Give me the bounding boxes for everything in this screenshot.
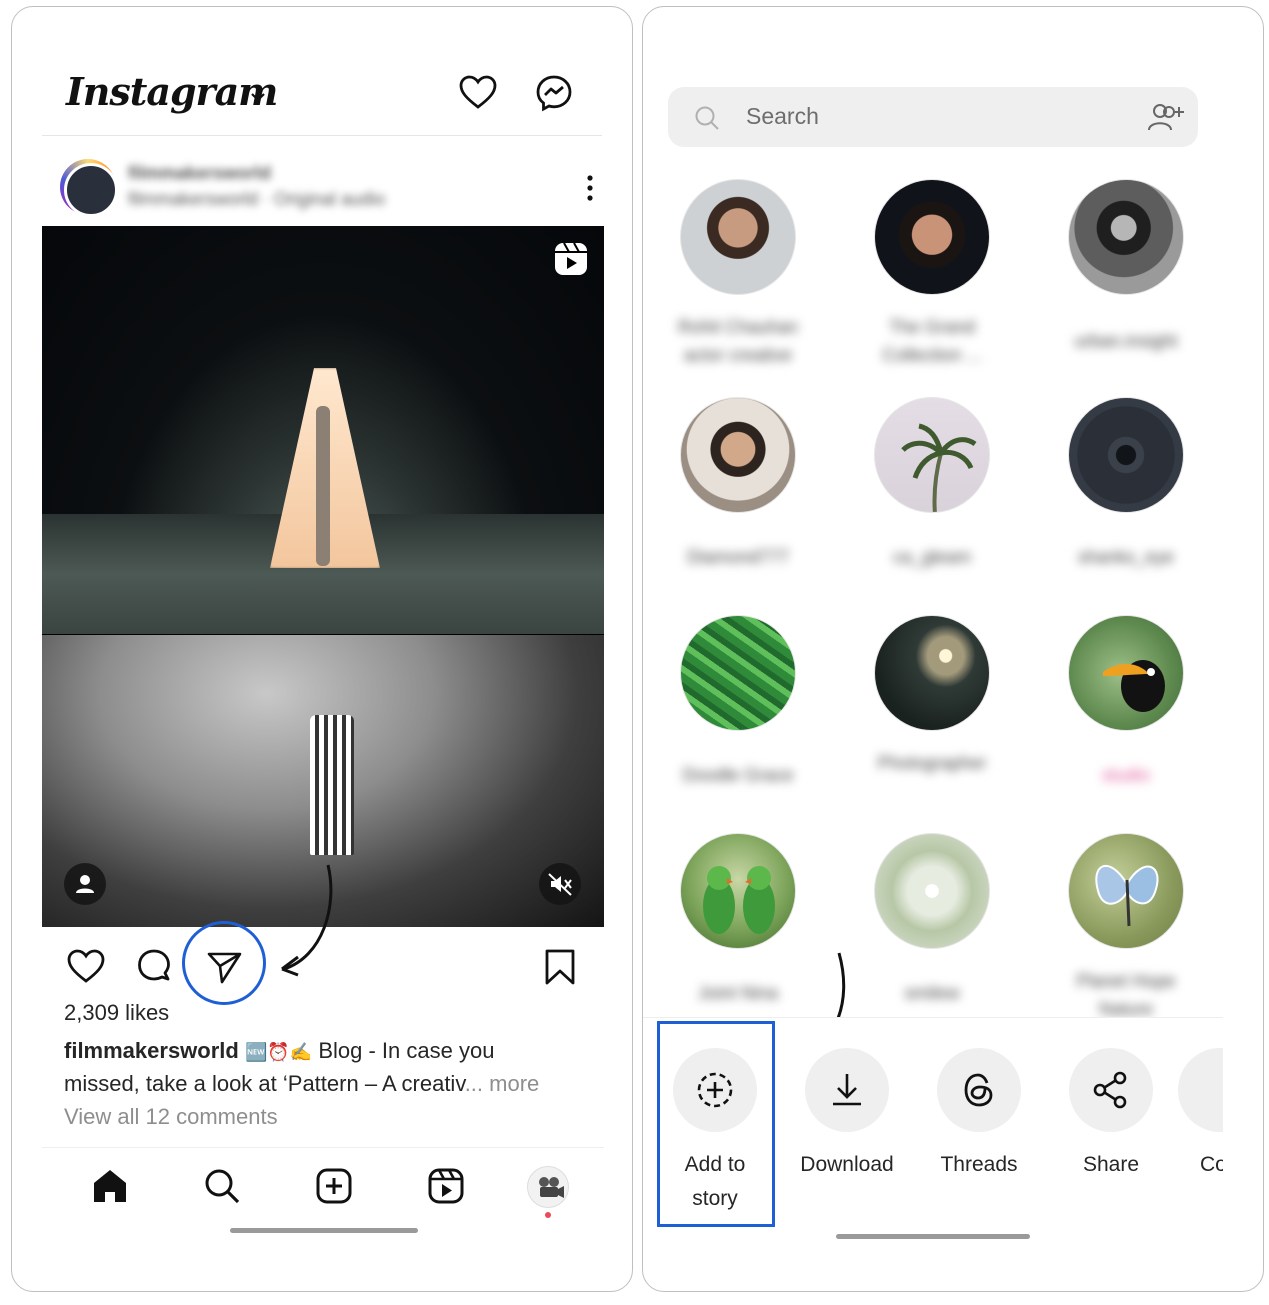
send-highlight-circle	[182, 921, 266, 1005]
search-bar[interactable]: Search	[668, 87, 1198, 147]
caption-username[interactable]: filmmakersworld	[64, 1038, 239, 1063]
reel-frame-top	[42, 226, 604, 634]
comment-icon[interactable]	[134, 947, 174, 987]
contact-avatar	[680, 179, 796, 295]
pillar-image	[310, 715, 354, 855]
create-post-icon[interactable]	[314, 1166, 354, 1206]
top-app-bar: Instagram	[12, 7, 632, 137]
threads-icon	[964, 1073, 993, 1107]
copy-icon	[1178, 1048, 1223, 1132]
home-icon[interactable]	[90, 1166, 130, 1206]
add-to-story-highlight	[657, 1021, 775, 1227]
bottom-navigation	[42, 1147, 604, 1227]
contact-avatar	[874, 833, 990, 949]
share-icon	[1093, 1071, 1127, 1109]
instagram-logo[interactable]: Instagram	[66, 69, 278, 114]
tagged-people-button[interactable]	[64, 863, 106, 905]
contact-item[interactable]: shanks_eye	[1046, 397, 1206, 571]
contact-avatar	[874, 179, 990, 295]
chevron-down-icon[interactable]	[248, 87, 268, 107]
post-audio-line[interactable]: filmmakersworld · Original audio	[128, 189, 385, 210]
caption-text-2: missed, take a look at ‘Pattern – A crea…	[64, 1071, 465, 1096]
contact-item[interactable]: Rohit Chauhan actor creative	[658, 179, 818, 369]
contact-item[interactable]: Doodle Grace	[658, 615, 818, 789]
camera-avatar-icon	[539, 1177, 564, 1198]
download-icon	[833, 1074, 861, 1106]
threads-option[interactable]: Threads	[914, 1048, 1044, 1182]
copy-link-option[interactable]: Co	[1178, 1048, 1223, 1182]
contact-item[interactable]: The Grand Collection ...	[852, 179, 1012, 369]
home-indicator	[836, 1234, 1030, 1239]
add-people-icon[interactable]	[1146, 101, 1186, 133]
contact-item[interactable]: Diamond777	[658, 397, 818, 571]
post-media[interactable]	[42, 226, 604, 927]
notification-dot	[545, 1212, 551, 1218]
search-icon	[695, 106, 719, 130]
contact-item[interactable]: Planet Hope Nature	[1046, 833, 1206, 1023]
search-icon[interactable]	[202, 1166, 242, 1206]
person-icon	[76, 875, 94, 893]
share-sheet-screen: Search Rohit Chauhan actor creative The …	[642, 6, 1264, 1292]
heart-icon[interactable]	[458, 73, 498, 113]
messenger-icon[interactable]	[534, 73, 574, 113]
contact-avatar	[874, 397, 990, 513]
caption-emojis: 🆕⏰✍️	[244, 1042, 313, 1062]
speaker-muted-icon	[548, 873, 572, 896]
bookmark-icon[interactable]	[540, 947, 580, 987]
contact-avatar	[1068, 179, 1184, 295]
mute-button[interactable]	[539, 863, 581, 905]
contact-item[interactable]: ca_gleam	[852, 397, 1012, 571]
caption-more-link[interactable]: ... more	[465, 1071, 540, 1096]
contact-avatar	[680, 615, 796, 731]
post-author-avatar[interactable]	[60, 159, 118, 217]
contact-avatar	[1068, 397, 1184, 513]
post-header: filmmakersworld filmmakersworld · Origin…	[60, 157, 600, 217]
search-placeholder: Search	[746, 103, 819, 129]
view-comments-link[interactable]: View all 12 comments	[64, 1104, 278, 1130]
likes-count[interactable]: 2,309 likes	[64, 1000, 169, 1026]
contact-avatar	[874, 615, 990, 731]
contact-item[interactable]: smilew	[852, 833, 1012, 1007]
home-indicator	[230, 1228, 418, 1233]
contact-avatar	[1068, 833, 1184, 949]
annotation-arrow-icon	[281, 864, 333, 977]
reels-icon[interactable]	[426, 1166, 466, 1206]
contact-avatar	[1068, 615, 1184, 731]
share-option[interactable]: Share	[1046, 1048, 1176, 1182]
contact-avatar	[680, 833, 796, 949]
feed-screen: Instagram filmmakersworld filmmakersworl…	[11, 6, 633, 1292]
header-divider	[42, 135, 602, 136]
contact-item[interactable]: Photographer	[852, 615, 1012, 777]
contact-avatar	[680, 397, 796, 513]
contact-item[interactable]: urban.insight	[1046, 179, 1206, 355]
caption-text-1: Blog - In case you	[318, 1038, 495, 1063]
post-caption[interactable]: filmmakersworld 🆕⏰✍️ Blog - In case you …	[64, 1035, 594, 1099]
profile-avatar[interactable]	[527, 1166, 569, 1208]
more-options-icon[interactable]	[586, 175, 594, 201]
like-heart-icon[interactable]	[66, 947, 106, 987]
contact-item[interactable]: studio	[1046, 615, 1206, 789]
reels-badge-icon	[555, 242, 587, 275]
download-option[interactable]: Download	[782, 1048, 912, 1182]
post-username[interactable]: filmmakersworld	[128, 163, 271, 184]
